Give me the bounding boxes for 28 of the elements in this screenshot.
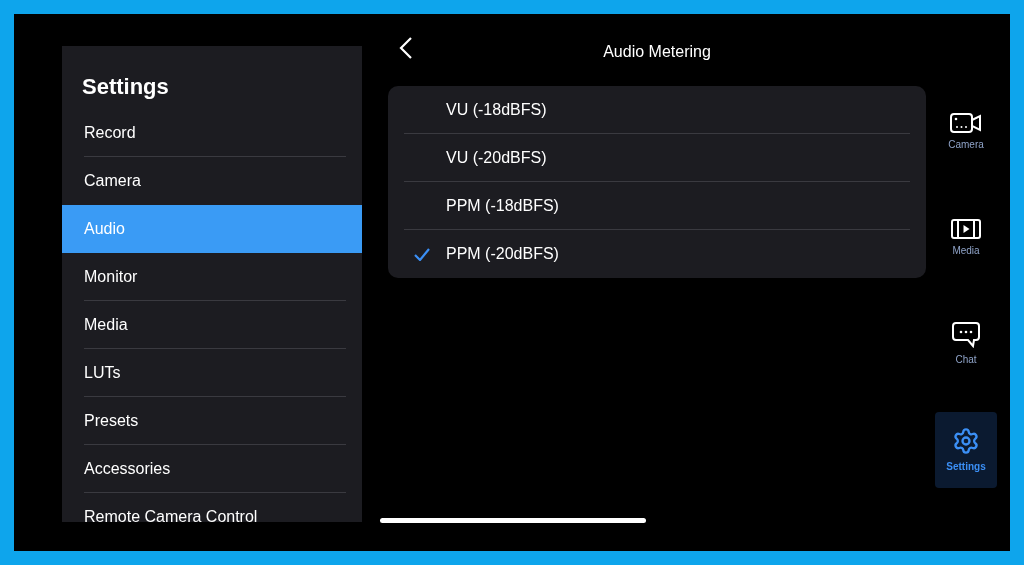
video-camera-icon (950, 112, 982, 133)
sidebar-item[interactable]: Monitor (62, 253, 362, 301)
film-icon (951, 218, 981, 239)
option-label: PPM (-18dBFS) (446, 195, 559, 216)
sidebar-item[interactable]: Remote Camera Control (62, 493, 362, 522)
chat-bubble-icon (952, 321, 980, 348)
sidebar-item[interactable]: Media (62, 301, 362, 349)
checkmark-icon (414, 247, 430, 261)
chevron-left-icon (399, 37, 413, 59)
option-label: VU (-18dBFS) (446, 99, 547, 120)
rail-tab[interactable]: Settings (935, 412, 997, 488)
sidebar-item[interactable]: Accessories (62, 445, 362, 493)
sidebar-item[interactable]: LUTs (62, 349, 362, 397)
sidebar-item[interactable]: Presets (62, 397, 362, 445)
option-label: PPM (-20dBFS) (446, 244, 559, 264)
sidebar-item[interactable]: Record (62, 109, 362, 157)
option-row[interactable]: PPM (-20dBFS) (404, 230, 910, 278)
rail-tab[interactable]: Media (935, 200, 997, 276)
sidebar-item[interactable]: Camera (62, 157, 362, 205)
option-row[interactable]: VU (-20dBFS) (404, 134, 910, 182)
option-row[interactable]: PPM (-18dBFS) (404, 182, 910, 230)
sidebar-title: Settings (81, 73, 170, 101)
page-title: Audio Metering (603, 42, 711, 62)
option-row[interactable]: VU (-18dBFS) (404, 86, 910, 134)
option-label: VU (-20dBFS) (446, 147, 547, 168)
rail-tab[interactable]: Chat (935, 306, 997, 382)
rail-tab[interactable]: Camera (935, 94, 997, 170)
settings-icon (952, 426, 980, 455)
